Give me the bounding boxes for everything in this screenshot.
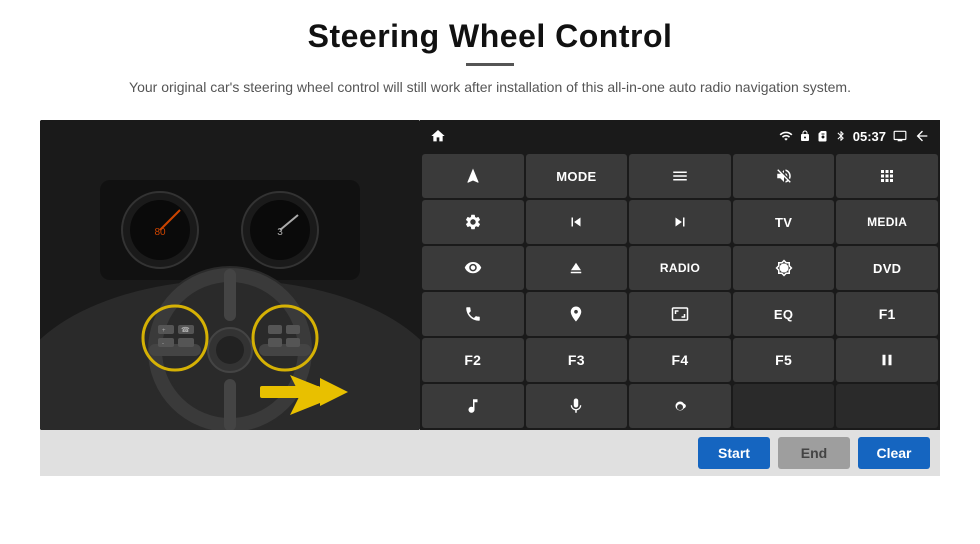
- btn-volume-call[interactable]: [629, 384, 731, 428]
- title-divider: [466, 63, 514, 66]
- end-button[interactable]: End: [778, 437, 850, 469]
- control-panel: 05:37 MODE: [420, 120, 940, 430]
- btn-tv[interactable]: TV: [733, 200, 835, 244]
- subtitle: Your original car's steering wheel contr…: [129, 76, 851, 98]
- page-title: Steering Wheel Control: [129, 18, 851, 55]
- btn-phone[interactable]: [422, 292, 524, 336]
- btn-prev[interactable]: [526, 200, 628, 244]
- btn-f5[interactable]: F5: [733, 338, 835, 382]
- btn-brightness[interactable]: [733, 246, 835, 290]
- btn-mode[interactable]: MODE: [526, 154, 628, 198]
- btn-navigate[interactable]: [422, 154, 524, 198]
- svg-text:☎: ☎: [181, 326, 190, 334]
- btn-f2[interactable]: F2: [422, 338, 524, 382]
- btn-360[interactable]: [422, 246, 524, 290]
- page-container: Steering Wheel Control Your original car…: [0, 0, 980, 544]
- btn-eject[interactable]: [526, 246, 628, 290]
- content-row: 80 3: [40, 120, 940, 430]
- svg-text:-: -: [162, 341, 164, 347]
- btn-settings[interactable]: [422, 200, 524, 244]
- svg-text:+: +: [162, 328, 166, 334]
- start-button[interactable]: Start: [698, 437, 770, 469]
- status-time: 05:37: [853, 129, 886, 144]
- title-section: Steering Wheel Control Your original car…: [129, 18, 851, 112]
- btn-radio[interactable]: RADIO: [629, 246, 731, 290]
- btn-empty2: [836, 384, 938, 428]
- btn-music[interactable]: [422, 384, 524, 428]
- btn-dvd[interactable]: DVD: [836, 246, 938, 290]
- btn-next[interactable]: [629, 200, 731, 244]
- btn-navigation2[interactable]: [526, 292, 628, 336]
- status-left: [430, 128, 446, 144]
- btn-eq[interactable]: EQ: [733, 292, 835, 336]
- status-right: 05:37: [779, 128, 930, 144]
- button-grid: MODE TV: [420, 152, 940, 430]
- btn-screen-fit[interactable]: [629, 292, 731, 336]
- btn-mute[interactable]: [733, 154, 835, 198]
- btn-f4[interactable]: F4: [629, 338, 731, 382]
- btn-list[interactable]: [629, 154, 731, 198]
- btn-apps[interactable]: [836, 154, 938, 198]
- status-bar: 05:37: [420, 120, 940, 152]
- btn-playpause[interactable]: [836, 338, 938, 382]
- car-image: 80 3: [40, 120, 420, 430]
- btn-f1[interactable]: F1: [836, 292, 938, 336]
- clear-button[interactable]: Clear: [858, 437, 930, 469]
- btn-media[interactable]: MEDIA: [836, 200, 938, 244]
- btn-empty1: [733, 384, 835, 428]
- btn-f3[interactable]: F3: [526, 338, 628, 382]
- btn-mic[interactable]: [526, 384, 628, 428]
- action-bar: Start End Clear: [40, 430, 940, 476]
